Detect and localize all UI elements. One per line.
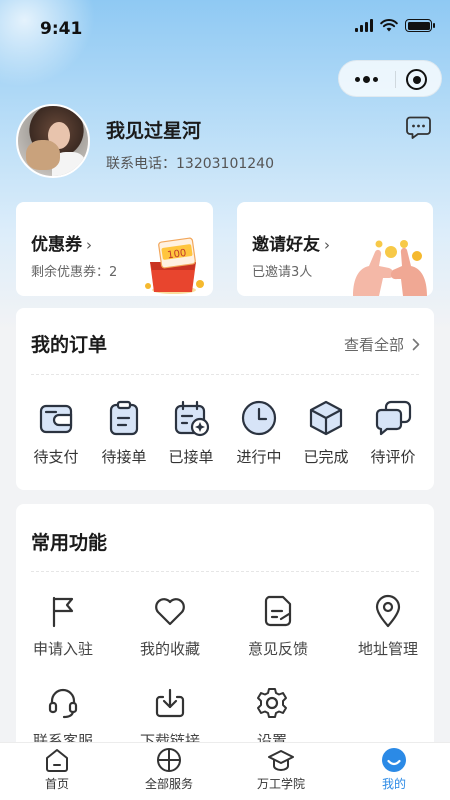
tab-mine[interactable]: 我的	[349, 747, 439, 792]
status-bar: 9:41	[0, 0, 450, 58]
function-label: 地址管理	[357, 640, 418, 658]
tab-label: 首页	[44, 777, 69, 791]
tab-label: 万工学院	[256, 777, 305, 791]
order-status-label: 待接单	[101, 448, 147, 466]
close-target-icon[interactable]	[406, 69, 427, 90]
function-label: 申请入驻	[32, 640, 93, 658]
chat-icon	[375, 400, 412, 436]
wallet-icon	[39, 404, 73, 434]
box-icon	[309, 400, 343, 436]
order-status-in-progress[interactable]: 进行中	[226, 398, 292, 467]
message-icon[interactable]	[405, 114, 432, 141]
grid-icon	[157, 748, 181, 772]
chevron-right-icon: ›	[86, 236, 92, 254]
functions-card: 常用功能 申请入驻 我的收藏 意见反馈 地址管理 联系客服 下载链接 设置	[16, 504, 434, 764]
tab-all-services[interactable]: 全部服务	[124, 747, 214, 792]
order-status-pending-payment[interactable]: 待支付	[23, 398, 89, 467]
clock-icon	[241, 400, 277, 436]
location-icon	[375, 594, 401, 628]
more-icon[interactable]	[355, 76, 378, 83]
coupon-count: 剩余优惠券：2	[31, 265, 118, 280]
function-label: 意见反馈	[247, 640, 308, 658]
graduation-cap-icon	[268, 750, 294, 772]
chevron-right-icon	[412, 338, 420, 351]
invite-card[interactable]: 邀请好友 › 已邀请3人	[237, 202, 433, 296]
order-status-pending-acceptance[interactable]: 待接单	[91, 398, 157, 467]
function-feedback[interactable]: 意见反馈	[245, 594, 311, 659]
tab-bar: 首页 全部服务 万工学院 我的	[0, 742, 450, 800]
heart-icon	[155, 598, 185, 626]
phone-number: 13203101240	[176, 156, 274, 172]
miniprogram-capsule	[338, 60, 442, 97]
order-status-label: 待评价	[370, 448, 416, 466]
view-all-orders-link[interactable]: 查看全部	[344, 334, 420, 355]
view-all-label: 查看全部	[343, 336, 404, 354]
coupon-title: 优惠券 ›	[31, 235, 92, 255]
functions-title: 常用功能	[31, 532, 108, 554]
phone-label: 联系电话：	[106, 156, 176, 172]
avatar[interactable]	[16, 104, 90, 178]
function-address[interactable]: 地址管理	[355, 594, 421, 659]
tab-label: 我的	[381, 777, 406, 791]
order-status-label: 已接单	[168, 448, 214, 466]
order-status-label: 进行中	[236, 448, 282, 466]
user-phone: 联系电话：13203101240	[106, 153, 274, 173]
headset-icon	[48, 688, 78, 719]
order-status-pending-review[interactable]: 待评价	[360, 398, 426, 467]
invite-count: 已邀请3人	[252, 265, 313, 280]
function-favorites[interactable]: 我的收藏	[137, 594, 203, 659]
order-status-completed[interactable]: 已完成	[293, 398, 359, 467]
battery-icon	[405, 19, 435, 32]
coupon-card[interactable]: 优惠券 › 剩余优惠券：2 100	[16, 202, 213, 296]
orders-card: 我的订单 查看全部 待支付 待接单 已接单 进行中 已完成 待评价	[16, 308, 434, 490]
order-status-label: 已完成	[303, 448, 349, 466]
order-status-accepted[interactable]: 已接单	[158, 398, 224, 467]
capsule-divider	[395, 71, 396, 88]
user-name: 我见过星河	[106, 120, 202, 142]
flag-icon	[52, 596, 74, 628]
chevron-right-icon: ›	[324, 236, 330, 254]
document-edit-icon	[264, 595, 292, 627]
coupon-gift-icon: 100	[145, 237, 204, 294]
tab-home[interactable]: 首页	[12, 747, 102, 792]
function-apply-join[interactable]: 申请入驻	[30, 594, 96, 659]
status-icons	[355, 19, 435, 32]
function-label: 我的收藏	[139, 640, 200, 658]
signal-icon	[355, 19, 373, 32]
profile-smile-icon	[382, 748, 406, 772]
invite-hands-icon	[353, 240, 427, 296]
order-status-label: 待支付	[33, 448, 79, 466]
download-icon	[155, 688, 185, 718]
home-icon	[46, 749, 68, 772]
clipboard-icon	[109, 400, 139, 436]
calendar-check-icon	[174, 400, 210, 437]
functions-divider	[31, 571, 419, 572]
invite-title: 邀请好友 ›	[252, 235, 330, 255]
status-time: 9:41	[40, 19, 83, 39]
gear-icon	[257, 688, 287, 718]
wifi-icon	[380, 19, 398, 32]
tab-academy[interactable]: 万工学院	[236, 747, 326, 792]
tab-label: 全部服务	[144, 777, 193, 791]
orders-divider	[31, 374, 419, 375]
orders-title: 我的订单	[31, 334, 108, 356]
